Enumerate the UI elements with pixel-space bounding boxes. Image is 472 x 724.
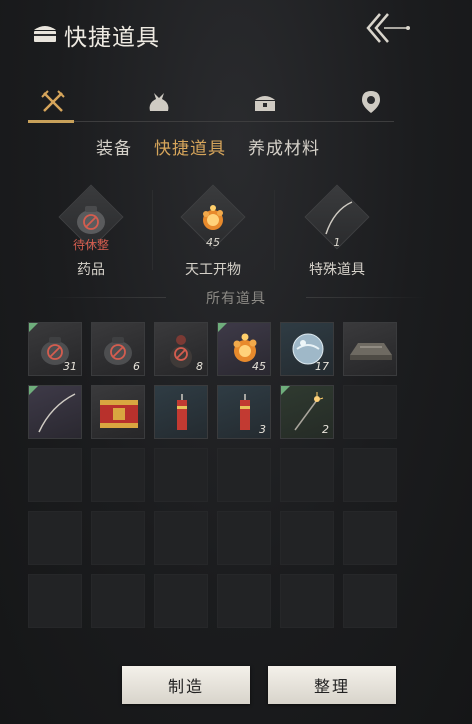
empty-slot[interactable] bbox=[28, 511, 82, 565]
new-corner-mark bbox=[281, 386, 290, 395]
firework-box-icon bbox=[100, 400, 138, 428]
item-slot[interactable] bbox=[91, 385, 145, 439]
subtab-materials[interactable]: 养成材料 bbox=[248, 134, 320, 159]
empty-slot[interactable] bbox=[343, 385, 397, 439]
empty-slot[interactable] bbox=[154, 511, 208, 565]
quick-slot-special[interactable]: 1 特殊道具 bbox=[282, 184, 392, 286]
item-slot[interactable]: 45 bbox=[217, 322, 271, 376]
item-count: 3 bbox=[259, 423, 266, 436]
item-slot[interactable]: 8 bbox=[154, 322, 208, 376]
empty-slot[interactable] bbox=[280, 574, 334, 628]
empty-slot[interactable] bbox=[217, 448, 271, 502]
hook-blade-icon bbox=[325, 201, 353, 235]
subtab-quick-items[interactable]: 快捷道具 bbox=[154, 134, 226, 159]
empty-slot[interactable] bbox=[91, 511, 145, 565]
quick-slot-label: 特殊道具 bbox=[309, 262, 365, 278]
item-slot[interactable]: 6 bbox=[91, 322, 145, 376]
item-slot[interactable] bbox=[28, 385, 82, 439]
section-title: 所有道具 bbox=[206, 291, 266, 307]
empty-slot[interactable] bbox=[91, 448, 145, 502]
chest-icon bbox=[34, 26, 56, 42]
item-count: 45 bbox=[252, 360, 266, 373]
item-slot[interactable]: 3 bbox=[217, 385, 271, 439]
back-arrow-icon[interactable] bbox=[360, 10, 416, 46]
divider bbox=[274, 190, 275, 270]
page-title: 快捷道具 bbox=[64, 25, 160, 51]
tab-location[interactable] bbox=[346, 84, 396, 120]
empty-slot[interactable] bbox=[280, 448, 334, 502]
item-count: 8 bbox=[196, 360, 203, 373]
fire-bomb-icon bbox=[203, 205, 223, 230]
chest-icon bbox=[255, 96, 275, 111]
tab-chest[interactable] bbox=[240, 84, 290, 120]
item-count: 45 bbox=[206, 236, 220, 249]
trap-platform-icon bbox=[350, 343, 392, 360]
empty-slot[interactable] bbox=[343, 448, 397, 502]
rest-status: 待休整 bbox=[72, 238, 109, 252]
empty-slot[interactable] bbox=[343, 511, 397, 565]
item-slot[interactable] bbox=[154, 385, 208, 439]
tab-divider bbox=[28, 121, 394, 122]
item-count: 6 bbox=[133, 360, 140, 373]
craft-button[interactable]: 制造 bbox=[122, 666, 250, 704]
new-corner-mark bbox=[29, 323, 38, 332]
empty-slot[interactable] bbox=[280, 511, 334, 565]
quick-slot-medicine[interactable]: 待休整 药品 bbox=[36, 184, 146, 286]
new-corner-mark bbox=[218, 323, 227, 332]
sub-tabs: 装备 快捷道具 养成材料 bbox=[96, 134, 320, 159]
empty-slot[interactable] bbox=[154, 574, 208, 628]
location-pin-icon bbox=[362, 91, 380, 113]
item-slot[interactable]: 2 bbox=[280, 385, 334, 439]
item-slot[interactable]: 17 bbox=[280, 322, 334, 376]
item-count: 2 bbox=[322, 423, 329, 436]
category-tabs bbox=[28, 84, 398, 124]
quick-slot-label: 天工开物 bbox=[185, 262, 241, 278]
header: 快捷道具 bbox=[0, 0, 472, 70]
quick-slot-craft[interactable]: 45 天工开物 bbox=[158, 184, 268, 286]
empty-slot[interactable] bbox=[217, 574, 271, 628]
section-line-right bbox=[306, 297, 426, 298]
item-slot[interactable] bbox=[343, 322, 397, 376]
item-count: 17 bbox=[315, 360, 329, 373]
subtab-equipment[interactable]: 装备 bbox=[96, 134, 132, 159]
item-count: 1 bbox=[333, 236, 341, 249]
tab-equipment-weapons[interactable] bbox=[28, 84, 78, 120]
empty-slot[interactable] bbox=[91, 574, 145, 628]
empty-slot[interactable] bbox=[28, 448, 82, 502]
firecracker-icon bbox=[177, 394, 187, 430]
empty-slot[interactable] bbox=[343, 574, 397, 628]
quick-slot-label: 药品 bbox=[77, 262, 105, 278]
item-count: 31 bbox=[63, 360, 77, 373]
medicine-jar-icon bbox=[77, 206, 105, 234]
pouch-icon bbox=[149, 93, 169, 111]
empty-slot[interactable] bbox=[28, 574, 82, 628]
crossed-swords-icon bbox=[41, 90, 65, 112]
sort-button[interactable]: 整理 bbox=[268, 666, 396, 704]
tab-pouch[interactable] bbox=[134, 84, 184, 120]
divider bbox=[152, 190, 153, 270]
empty-slot[interactable] bbox=[154, 448, 208, 502]
new-corner-mark bbox=[29, 386, 38, 395]
active-tab-indicator bbox=[28, 120, 74, 123]
item-slot[interactable]: 31 bbox=[28, 322, 82, 376]
empty-slot[interactable] bbox=[217, 511, 271, 565]
